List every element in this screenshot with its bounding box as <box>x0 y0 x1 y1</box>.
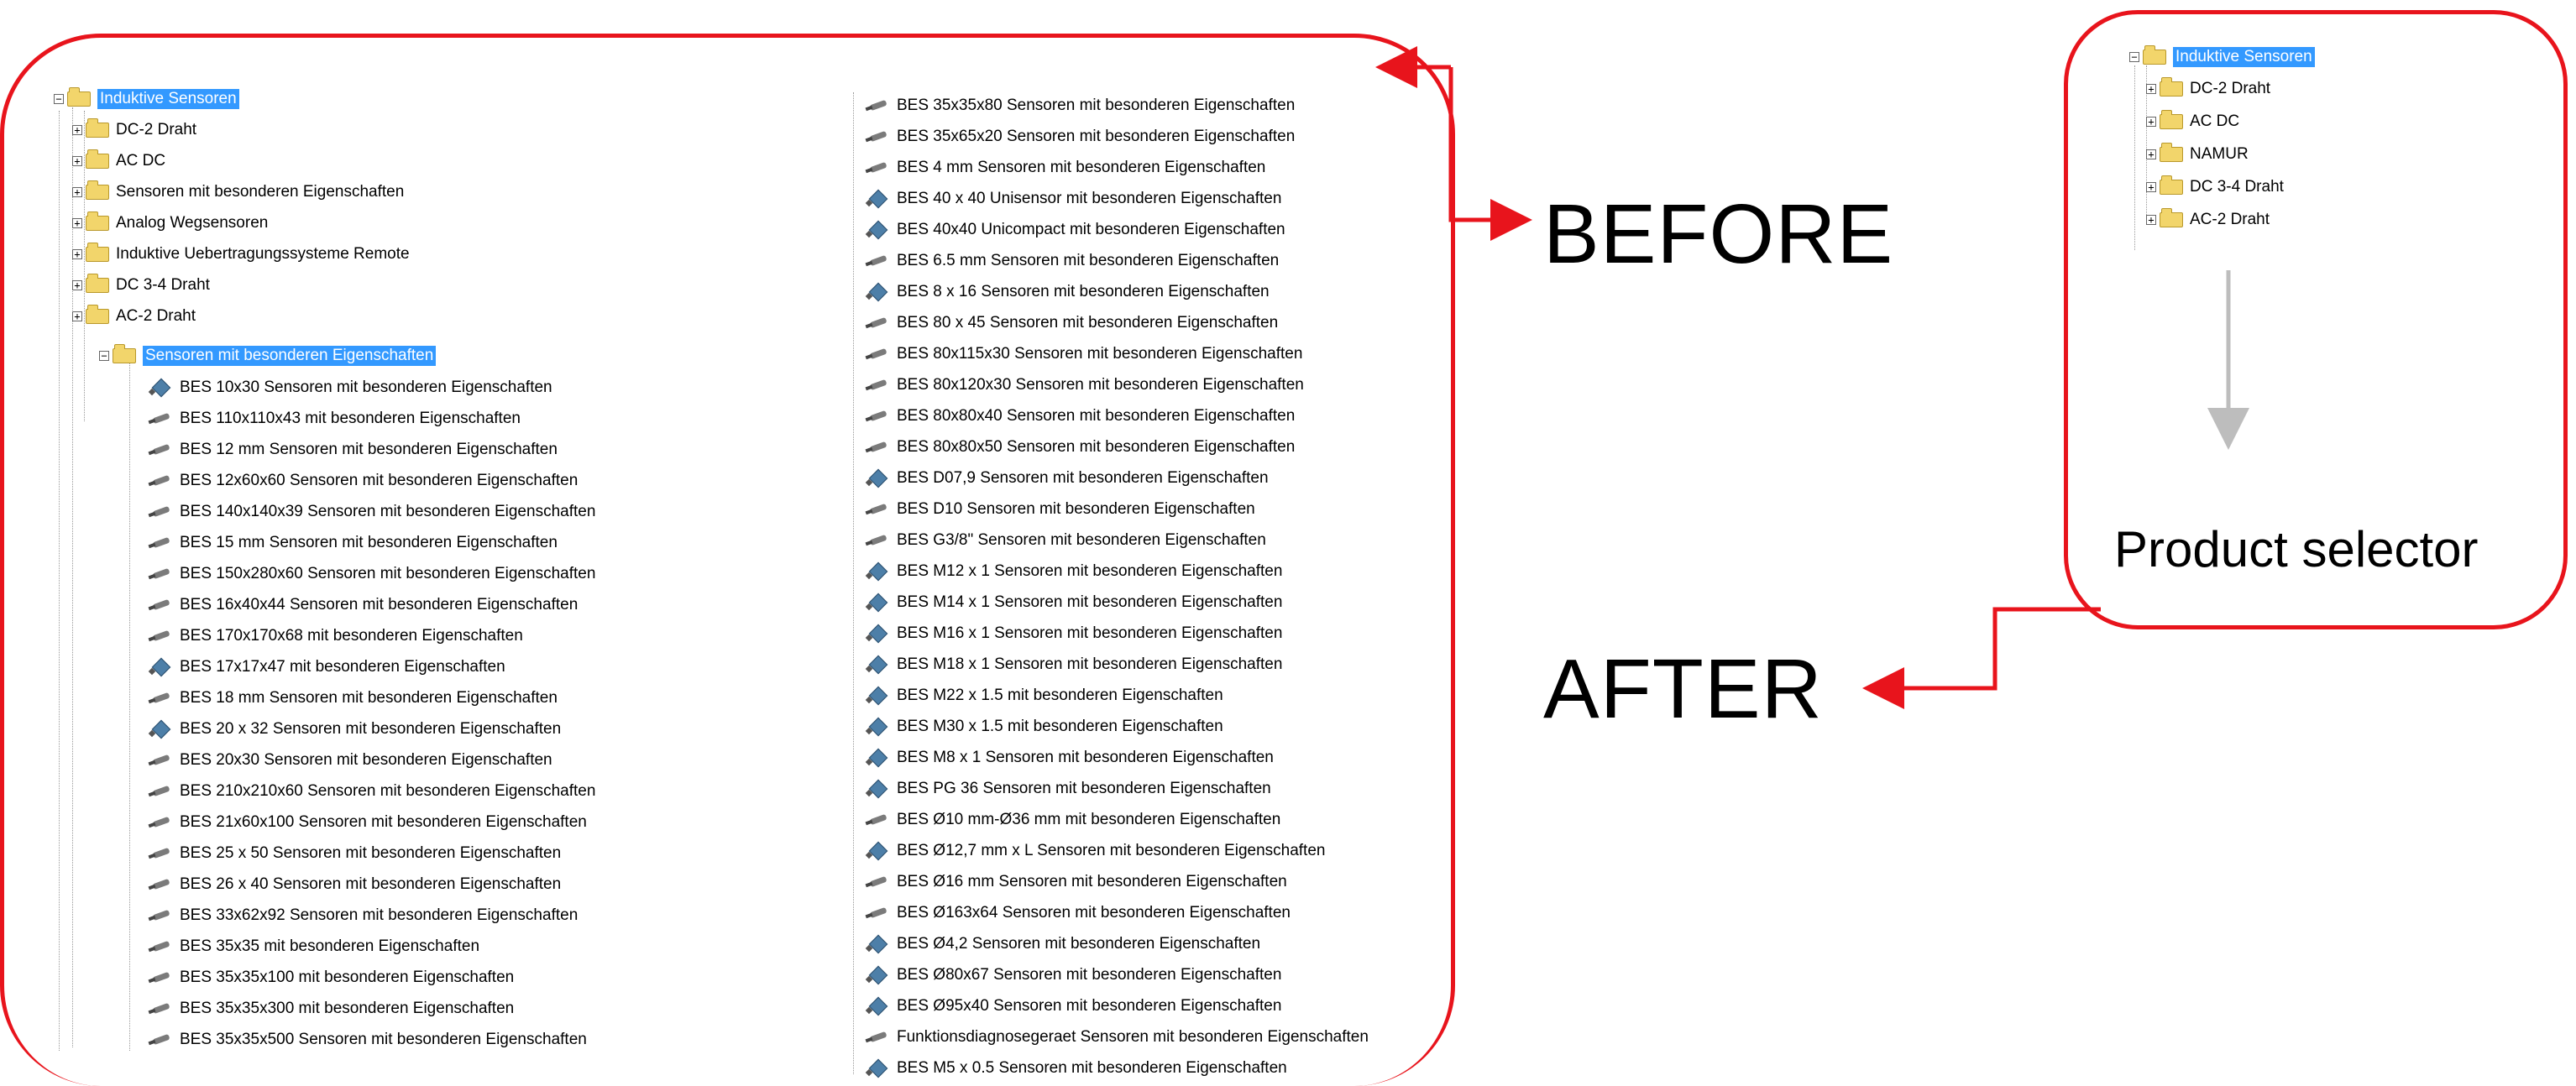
after-arrow <box>1862 607 2101 709</box>
before-arrow <box>1448 67 1532 241</box>
arrows-overlay <box>1375 46 2249 709</box>
